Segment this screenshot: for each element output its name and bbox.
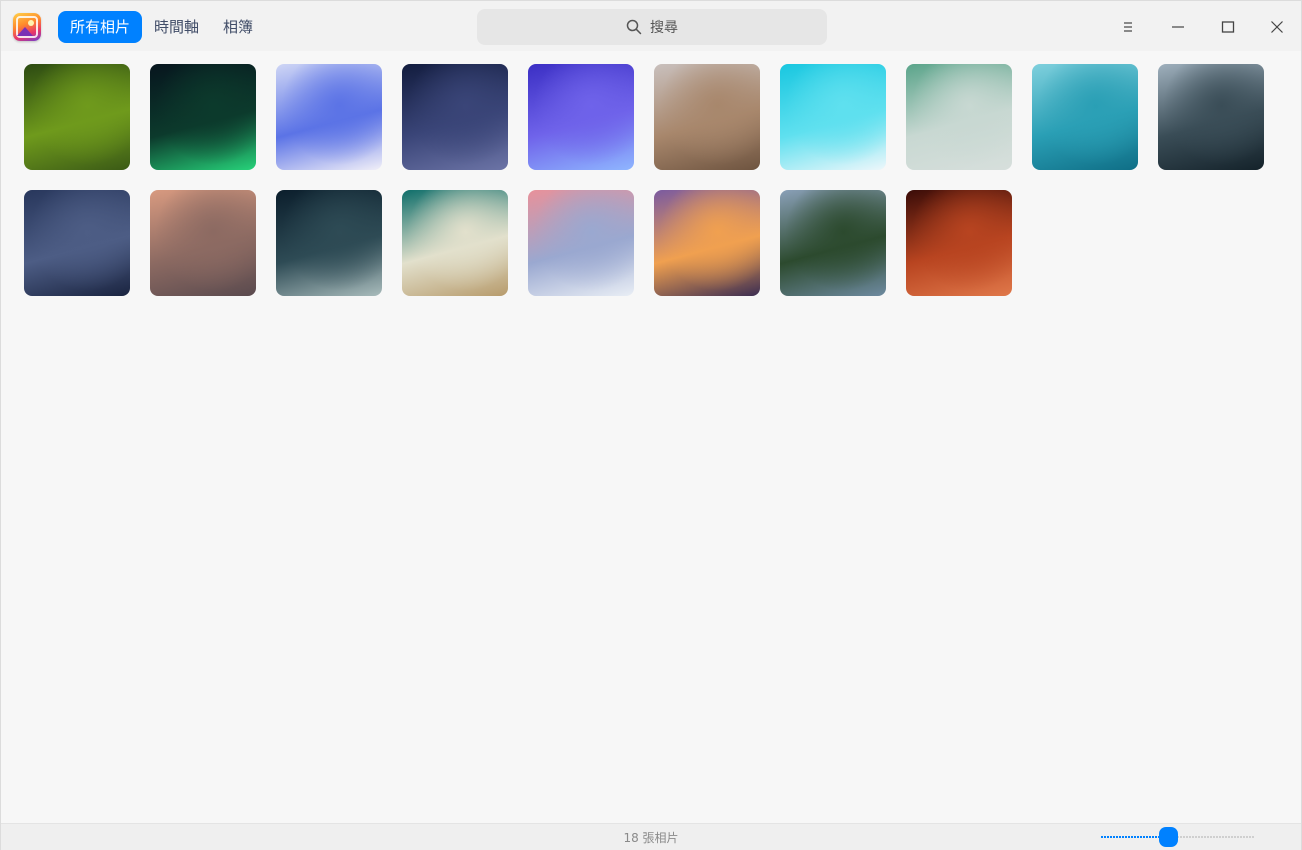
search-icon [626,19,642,35]
tab-all-photos[interactable]: 所有相片 [58,11,143,43]
maximize-button[interactable] [1210,9,1246,45]
photo-thumbnail[interactable] [402,190,508,296]
photo-thumbnail[interactable] [1032,64,1138,170]
photo-thumbnail[interactable] [402,64,508,170]
menu-icon [1124,22,1132,32]
status-bar: 18 張相片 [1,823,1301,850]
photo-thumbnail[interactable] [150,190,256,296]
search-placeholder: 搜尋 [650,20,678,36]
photo-thumbnail[interactable] [528,190,634,296]
tab-albums[interactable]: 相簿 [211,11,265,43]
search-input[interactable]: 搜尋 [477,9,827,45]
photo-thumbnail[interactable] [780,190,886,296]
photo-thumbnail[interactable] [24,64,130,170]
maximize-icon [1221,21,1235,33]
close-icon [1271,21,1283,33]
zoom-track [1168,836,1254,838]
title-bar: 所有相片 時間軸 相簿 搜尋 [1,1,1301,51]
photo-thumbnail[interactable] [1158,64,1264,170]
photo-thumbnail[interactable] [276,190,382,296]
photo-thumbnail[interactable] [150,64,256,170]
photo-thumbnail[interactable] [780,64,886,170]
photo-album-icon [13,13,41,41]
photo-thumbnail[interactable] [276,64,382,170]
photo-thumbnail[interactable] [654,64,760,170]
zoom-slider-handle[interactable] [1159,827,1178,847]
tab-timeline[interactable]: 時間軸 [142,11,211,43]
close-button[interactable] [1259,9,1295,45]
minimize-icon [1172,26,1184,28]
zoom-slider[interactable] [1101,826,1254,848]
photo-thumbnail[interactable] [654,190,760,296]
photo-thumbnail[interactable] [24,190,130,296]
menu-button[interactable] [1110,9,1146,45]
photo-thumbnail[interactable] [906,190,1012,296]
zoom-track-filled [1101,836,1168,838]
photo-thumbnail[interactable] [528,64,634,170]
minimize-button[interactable] [1160,9,1196,45]
photo-thumbnail[interactable] [906,64,1012,170]
